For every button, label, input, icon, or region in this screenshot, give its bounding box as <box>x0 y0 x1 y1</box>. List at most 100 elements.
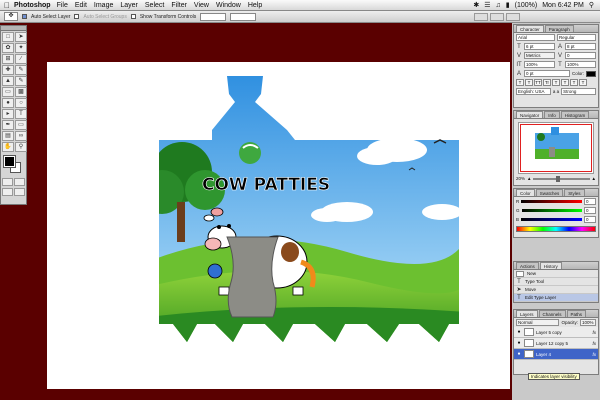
leading-field[interactable]: 8 pt <box>565 43 596 50</box>
subscript-button[interactable]: T <box>561 79 569 86</box>
hand-tool-icon[interactable]: ✋ <box>2 142 14 152</box>
healing-brush-icon[interactable]: ✚ <box>2 65 14 75</box>
menu-window[interactable]: Window <box>216 2 241 9</box>
blend-mode-select[interactable]: Normal <box>516 319 560 326</box>
eye-icon[interactable]: ● <box>516 351 522 357</box>
color-spectrum-bar[interactable] <box>516 226 596 232</box>
brushes-tab[interactable] <box>474 12 488 21</box>
zoom-out-icon[interactable]: ▲ <box>527 176 531 181</box>
menu-edit[interactable]: Edit <box>75 2 87 9</box>
battery-icon[interactable]: ▮ <box>506 1 510 9</box>
text-color-swatch[interactable] <box>586 70 596 77</box>
tab-navigator[interactable]: Navigator <box>516 111 544 118</box>
menu-select[interactable]: Select <box>145 2 164 9</box>
layer-effects-icon[interactable]: fx <box>592 352 596 357</box>
history-brush-icon[interactable]: ✎ <box>15 76 27 86</box>
small-caps-button[interactable]: Tr <box>543 79 551 86</box>
tab-color[interactable]: Color <box>516 189 535 196</box>
move-tool-icon[interactable]: ➤ <box>15 32 27 42</box>
tracking-field[interactable]: 0 <box>565 52 596 59</box>
wifi-icon[interactable]: ☰ <box>484 1 490 9</box>
horizontal-scale-field[interactable]: 100% <box>565 61 596 68</box>
layer-effects-icon[interactable]: fx <box>592 330 596 335</box>
distribute-buttons[interactable] <box>230 12 257 21</box>
align-buttons[interactable] <box>200 12 227 21</box>
navigator-thumbnail[interactable] <box>518 122 594 174</box>
zoom-slider[interactable] <box>533 175 590 182</box>
auto-select-groups-checkbox[interactable] <box>74 14 80 19</box>
tab-swatches[interactable]: Swatches <box>535 189 564 196</box>
layer-comps-tab[interactable] <box>506 12 520 21</box>
all-caps-button[interactable]: TT <box>534 79 542 86</box>
history-item[interactable]: T Type Tool <box>514 278 598 286</box>
red-value[interactable]: 0 <box>584 198 596 205</box>
zoom-in-icon[interactable]: ▲ <box>592 176 596 181</box>
font-style-select[interactable]: Regular <box>557 34 596 41</box>
type-tool-icon[interactable]: T <box>15 109 27 119</box>
path-select-icon[interactable]: ▸ <box>2 109 14 119</box>
package-artwork[interactable]: COW PATTIES <box>47 62 510 389</box>
menu-help[interactable]: Help <box>248 2 262 9</box>
tool-presets-tab[interactable] <box>490 12 504 21</box>
show-transform-checkbox[interactable] <box>130 14 136 19</box>
green-slider[interactable] <box>521 209 582 212</box>
tab-history[interactable]: History <box>539 262 562 269</box>
history-item[interactable]: New <box>514 270 598 278</box>
standard-mode-icon[interactable] <box>2 178 13 186</box>
zoom-tool-icon[interactable]: ⚲ <box>15 142 27 152</box>
menu-layer[interactable]: Layer <box>120 2 138 9</box>
notes-tool-icon[interactable]: ▤ <box>2 131 14 141</box>
menu-file[interactable]: File <box>57 2 68 9</box>
zoom-level[interactable]: 20% <box>516 176 525 181</box>
blur-tool-icon[interactable]: ● <box>2 98 14 108</box>
faux-bold-button[interactable]: T <box>516 79 524 86</box>
eraser-tool-icon[interactable]: ▭ <box>2 87 14 97</box>
blue-slider[interactable] <box>521 218 582 221</box>
menu-filter[interactable]: Filter <box>171 2 187 9</box>
screen-mode-standard-icon[interactable] <box>2 188 13 196</box>
slice-tool-icon[interactable]: ∕ <box>15 54 27 64</box>
tab-histogram[interactable]: Histogram <box>560 111 590 118</box>
anti-alias-select[interactable]: Strong <box>561 88 597 95</box>
tab-character[interactable]: Character <box>516 25 544 32</box>
tab-actions[interactable]: Actions <box>516 262 539 269</box>
menu-view[interactable]: View <box>194 2 209 9</box>
tab-paths[interactable]: Paths <box>566 310 587 317</box>
history-item[interactable]: ➤ Move <box>514 286 598 294</box>
tab-layers[interactable]: Layers <box>516 310 538 317</box>
document-canvas[interactable]: COW PATTIES <box>47 62 510 389</box>
font-size-field[interactable]: 6 pt <box>524 43 555 50</box>
vertical-scale-field[interactable]: 100% <box>524 61 555 68</box>
lasso-tool-icon[interactable]: ✿ <box>2 43 14 53</box>
tab-channels[interactable]: Channels <box>538 310 566 317</box>
layer-row[interactable]: ● Layer 12 copy 5 fx <box>514 338 598 349</box>
opacity-field[interactable]: 100% <box>580 319 596 326</box>
foreground-color-swatch[interactable] <box>3 155 16 168</box>
font-family-select[interactable]: Arial <box>516 34 555 41</box>
faux-italic-button[interactable]: T <box>525 79 533 86</box>
marquee-tool-icon[interactable]: □ <box>2 32 14 42</box>
zoom-slider-knob[interactable] <box>555 175 560 182</box>
shape-tool-icon[interactable]: ▭ <box>15 120 27 130</box>
volume-icon[interactable]: ♫ <box>496 2 501 9</box>
magic-wand-icon[interactable]: ✦ <box>15 43 27 53</box>
auto-select-layer-checkbox[interactable] <box>22 14 27 19</box>
superscript-button[interactable]: T <box>552 79 560 86</box>
blue-value[interactable]: 0 <box>584 216 596 223</box>
eye-icon[interactable]: ● <box>516 340 522 346</box>
layer-row[interactable]: ● Layer 5 copy fx <box>514 327 598 338</box>
menu-image[interactable]: Image <box>94 2 113 9</box>
pen-tool-icon[interactable]: ✒ <box>2 120 14 130</box>
kerning-field[interactable]: Metrics <box>524 52 555 59</box>
tab-info[interactable]: Info <box>544 111 560 118</box>
layer-row-selected[interactable]: ● Layer 4 fx <box>514 349 598 360</box>
tab-paragraph[interactable]: Paragraph <box>544 25 574 32</box>
eyedropper-icon[interactable]: ∞ <box>15 131 27 141</box>
menu-clock[interactable]: Mon 6:42 PM <box>542 2 584 9</box>
eye-icon[interactable]: ● <box>516 329 522 335</box>
menu-app-name[interactable]: Photoshop <box>14 2 51 9</box>
move-tool-preset-icon[interactable]: ✥ <box>4 12 18 21</box>
apple-icon[interactable]:  <box>0 1 14 10</box>
strikethrough-button[interactable]: T <box>579 79 587 86</box>
spotlight-icon[interactable]: ⚲ <box>589 1 594 9</box>
